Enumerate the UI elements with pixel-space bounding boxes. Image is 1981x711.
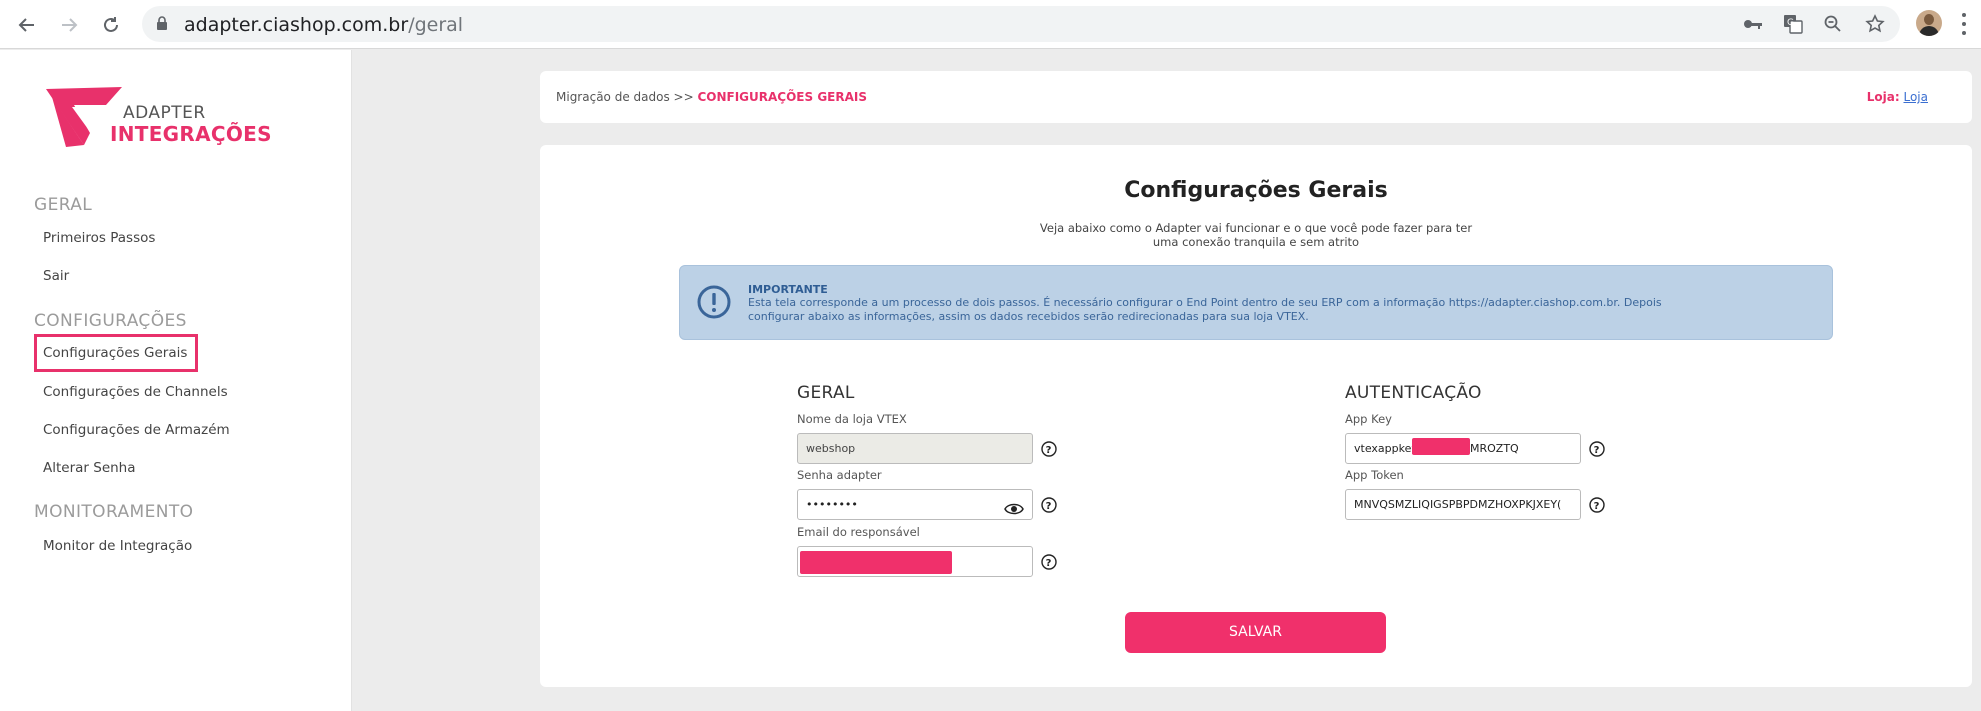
sidebar: ADAPTER INTEGRAÇÕES GERAL Primeiros Pass… — [0, 50, 352, 711]
sidebar-item-configuracoes-channels[interactable]: Configurações de Channels — [43, 384, 228, 400]
store-name-label: Nome da loja VTEX — [797, 412, 907, 426]
browser-toolbar: adapter.ciashop.com.br/geral G — [0, 0, 1981, 49]
redaction-mark — [1412, 438, 1470, 455]
svg-text:?: ? — [1594, 445, 1600, 456]
lock-icon — [156, 16, 168, 36]
help-icon[interactable]: ? — [1041, 441, 1057, 457]
store-name-input[interactable]: webshop — [797, 433, 1033, 464]
svg-text:?: ? — [1046, 558, 1052, 569]
profile-avatar[interactable] — [1916, 10, 1942, 36]
redaction-mark — [800, 551, 952, 574]
geral-section-title: GERAL — [797, 383, 855, 403]
page-subtitle: Veja abaixo como o Adapter vai funcionar… — [1036, 221, 1476, 249]
app-key-prefix: vtexappkey — [1354, 442, 1418, 455]
sidebar-item-sair[interactable]: Sair — [43, 268, 69, 284]
subtitle-line-2: uma conexão tranquila e sem atrito — [1152, 235, 1360, 249]
page-title: Configurações Gerais — [1124, 178, 1388, 203]
store-link[interactable]: Loja — [1903, 90, 1928, 104]
alert-title: IMPORTANTE — [748, 283, 828, 296]
key-icon[interactable] — [1742, 13, 1764, 35]
app-key-suffix: MROZTQ — [1470, 442, 1519, 455]
breadcrumb-parent[interactable]: Migração de dados >> — [556, 90, 694, 104]
store-indicator: Loja: Loja — [1867, 90, 1928, 104]
logo-text-adapter: ADAPTER — [123, 103, 206, 123]
eye-icon[interactable] — [1004, 498, 1024, 519]
help-icon[interactable]: ? — [1589, 441, 1605, 457]
svg-text:?: ? — [1594, 501, 1600, 512]
logo[interactable]: ADAPTER INTEGRAÇÕES — [44, 83, 272, 153]
save-button[interactable]: SALVAR — [1125, 612, 1386, 653]
help-icon[interactable]: ? — [1041, 497, 1057, 513]
breadcrumb-bar: Migração de dados >> CONFIGURAÇÕES GERAI… — [540, 71, 1972, 123]
svg-text:?: ? — [1046, 501, 1052, 512]
settings-card: Configurações Gerais Veja abaixo como o … — [540, 145, 1972, 687]
auth-section-title: AUTENTICAÇÃO — [1345, 383, 1482, 403]
password-label: Senha adapter — [797, 468, 882, 482]
password-input[interactable]: •••••••• — [797, 489, 1033, 520]
section-title-geral: GERAL — [34, 195, 93, 215]
exclamation-circle-icon — [696, 284, 732, 325]
svg-text:?: ? — [1046, 445, 1052, 456]
browser-menu-icon[interactable] — [1961, 13, 1967, 35]
app-token-input[interactable]: MNVQSMZLIQIGSPBPDMZHOXPKJXEY( — [1345, 489, 1581, 520]
important-alert: IMPORTANTE Esta tela corresponde a um pr… — [679, 265, 1833, 340]
app-token-label: App Token — [1345, 468, 1404, 482]
back-arrow-icon[interactable] — [14, 12, 40, 38]
breadcrumb-current: CONFIGURAÇÕES GERAIS — [697, 90, 867, 104]
svg-text:G: G — [1787, 18, 1794, 28]
email-label: Email do responsável — [797, 525, 920, 539]
sidebar-item-configuracoes-armazem[interactable]: Configurações de Armazém — [43, 422, 230, 438]
section-title-configuracoes: CONFIGURAÇÕES — [34, 311, 187, 331]
sidebar-item-configuracoes-gerais[interactable]: Configurações Gerais — [34, 334, 199, 372]
subtitle-line-1: Veja abaixo como o Adapter vai funcionar… — [1039, 221, 1473, 235]
zoom-out-icon[interactable] — [1822, 13, 1844, 35]
forward-arrow-icon[interactable] — [56, 12, 82, 38]
store-label: Loja: — [1866, 90, 1900, 104]
password-value: •••••••• — [806, 498, 858, 511]
help-icon[interactable]: ? — [1041, 554, 1057, 570]
app-key-input[interactable]: vtexappkey MROZTQ — [1345, 433, 1581, 464]
bookmark-star-icon[interactable] — [1864, 13, 1886, 35]
breadcrumb: Migração de dados >> CONFIGURAÇÕES GERAI… — [556, 90, 867, 104]
reload-icon[interactable] — [98, 12, 124, 38]
url-text: adapter.ciashop.com.br/geral — [184, 14, 464, 36]
sidebar-item-monitor-integracao[interactable]: Monitor de Integração — [43, 538, 192, 554]
translate-icon[interactable]: G — [1782, 13, 1804, 35]
address-bar[interactable]: adapter.ciashop.com.br/geral G — [142, 6, 1900, 42]
logo-text-integracoes: INTEGRAÇÕES — [110, 122, 272, 146]
email-field[interactable] — [797, 546, 1033, 577]
help-icon[interactable]: ? — [1589, 497, 1605, 513]
sidebar-item-alterar-senha[interactable]: Alterar Senha — [43, 460, 136, 476]
alert-text: Esta tela corresponde a um processo de d… — [748, 296, 1662, 323]
sidebar-item-primeiros-passos[interactable]: Primeiros Passos — [43, 230, 155, 246]
app-key-label: App Key — [1345, 412, 1392, 426]
section-title-monitoramento: MONITORAMENTO — [34, 502, 194, 522]
